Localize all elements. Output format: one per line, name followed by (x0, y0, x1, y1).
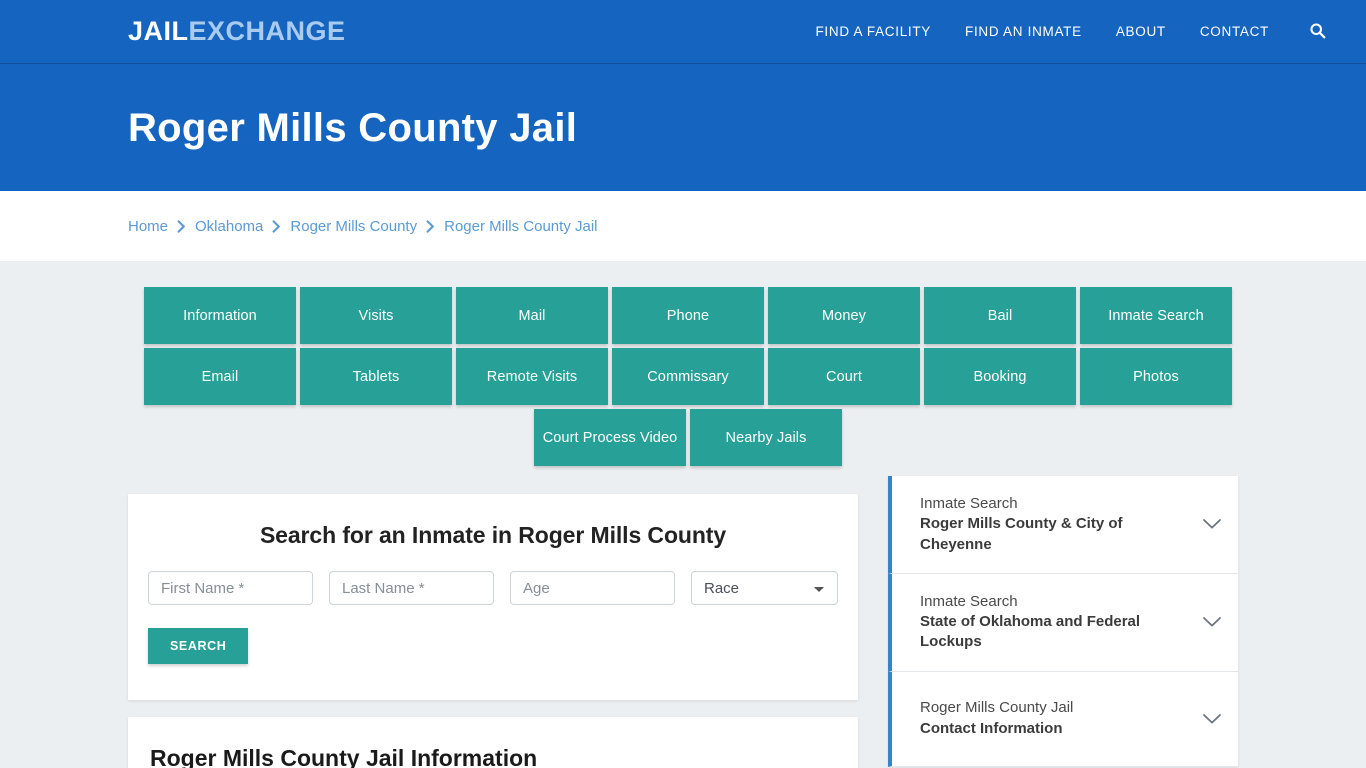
tile-visits[interactable]: Visits (300, 287, 452, 344)
breadcrumb-band: Home Oklahoma Roger Mills County Roger M… (0, 191, 1366, 261)
tile-row-3: Court Process Video Nearby Jails (138, 409, 1238, 466)
chevron-down-icon (1202, 713, 1222, 725)
tile-email[interactable]: Email (144, 348, 296, 405)
page-title-band: Roger Mills County Jail (0, 64, 1366, 191)
main-navigation: FIND A FACILITY FIND AN INMATE ABOUT CON… (815, 22, 1346, 42)
site-header: JAILEXCHANGE FIND A FACILITY FIND AN INM… (0, 0, 1366, 64)
breadcrumb-item-oklahoma[interactable]: Oklahoma (195, 218, 263, 235)
tile-mail[interactable]: Mail (456, 287, 608, 344)
accordion-item-text: Inmate Search State of Oklahoma and Fede… (920, 592, 1202, 653)
jail-information-title: Roger Mills County Jail Information (150, 745, 538, 768)
site-logo[interactable]: JAILEXCHANGE (128, 18, 346, 45)
nav-item-find-a-facility[interactable]: FIND A FACILITY (815, 24, 931, 39)
nav-item-about[interactable]: ABOUT (1116, 24, 1166, 39)
inmate-search-title: Search for an Inmate in Roger Mills Coun… (259, 522, 727, 548)
tile-tablets[interactable]: Tablets (300, 348, 452, 405)
tile-bail[interactable]: Bail (924, 287, 1076, 344)
content-columns: Search for an Inmate in Roger Mills Coun… (128, 470, 1238, 768)
accordion-item-inmate-search-state[interactable]: Inmate Search State of Oklahoma and Fede… (888, 573, 1238, 672)
facility-section-tiles: Information Visits Mail Phone Money Bail… (128, 287, 1238, 466)
tile-phone[interactable]: Phone (612, 287, 764, 344)
first-name-input[interactable] (148, 571, 313, 605)
tile-remote-visits[interactable]: Remote Visits (456, 348, 608, 405)
nav-item-find-an-inmate[interactable]: FIND AN INMATE (965, 24, 1082, 39)
accordion-item-subtitle: Inmate Search (920, 495, 1018, 512)
accordion-item-inmate-search-county[interactable]: Inmate Search Roger Mills County & City … (888, 476, 1238, 574)
page-title: Roger Mills County Jail (128, 105, 578, 150)
accordion-item-title: State of Oklahoma and Federal Lockups (920, 613, 1141, 651)
sidebar-accordion: Inmate Search Roger Mills County & City … (888, 476, 1238, 767)
tile-court[interactable]: Court (768, 348, 920, 405)
chevron-right-icon (177, 219, 186, 233)
sidebar-column: Inmate Search Roger Mills County & City … (888, 476, 1238, 768)
tile-booking[interactable]: Booking (924, 348, 1076, 405)
race-select[interactable]: Race (691, 571, 838, 605)
tile-photos[interactable]: Photos (1080, 348, 1232, 405)
last-name-input[interactable] (329, 571, 494, 605)
accordion-item-text: Inmate Search Roger Mills County & City … (920, 494, 1202, 555)
chevron-right-icon (272, 219, 281, 233)
tile-information[interactable]: Information (144, 287, 296, 344)
inmate-search-form: Race (148, 571, 838, 605)
accordion-item-subtitle: Roger Mills County Jail (920, 699, 1074, 717)
tile-nearby-jails[interactable]: Nearby Jails (690, 409, 842, 466)
accordion-item-subtitle: Inmate Search (920, 592, 1018, 610)
jail-information-card: Roger Mills County Jail Information (128, 717, 858, 768)
tile-commissary[interactable]: Commissary (612, 348, 764, 405)
search-submit-button[interactable]: SEARCH (148, 628, 249, 664)
tile-money[interactable]: Money (768, 287, 920, 344)
tile-inmate-search[interactable]: Inmate Search (1080, 287, 1232, 344)
breadcrumb-item-current: Roger Mills County Jail (444, 217, 598, 235)
accordion-item-title: Contact Information (920, 719, 1063, 737)
tile-row-2: Email Tablets Remote Visits Commissary C… (138, 348, 1238, 405)
tile-court-process-video[interactable]: Court Process Video (534, 409, 686, 466)
age-input[interactable] (510, 571, 675, 605)
accordion-item-title: Roger Mills County & City of Cheyenne (920, 515, 1123, 553)
primary-column: Search for an Inmate in Roger Mills Coun… (128, 494, 858, 768)
accordion-item-text: Roger Mills County Jail Contact Informat… (920, 698, 1202, 739)
main-content: Information Visits Mail Phone Money Bail… (0, 261, 1366, 768)
chevron-down-icon (1202, 616, 1222, 628)
logo-text-primary: JAIL (128, 16, 189, 46)
accordion-item-contact-information[interactable]: Roger Mills County Jail Contact Informat… (888, 671, 1238, 767)
search-toggle-button[interactable] (1309, 22, 1326, 42)
chevron-down-icon (1202, 518, 1222, 530)
search-icon (1309, 22, 1326, 42)
breadcrumb: Home Oklahoma Roger Mills County Roger M… (128, 218, 598, 235)
breadcrumb-item-roger-mills-county[interactable]: Roger Mills County (290, 218, 417, 235)
breadcrumb-item-home[interactable]: Home (128, 218, 168, 235)
tile-row-1: Information Visits Mail Phone Money Bail… (138, 287, 1238, 344)
logo-text-secondary: EXCHANGE (188, 16, 346, 46)
chevron-right-icon (426, 219, 435, 233)
inmate-search-card: Search for an Inmate in Roger Mills Coun… (128, 494, 858, 700)
nav-item-contact[interactable]: CONTACT (1200, 24, 1269, 39)
